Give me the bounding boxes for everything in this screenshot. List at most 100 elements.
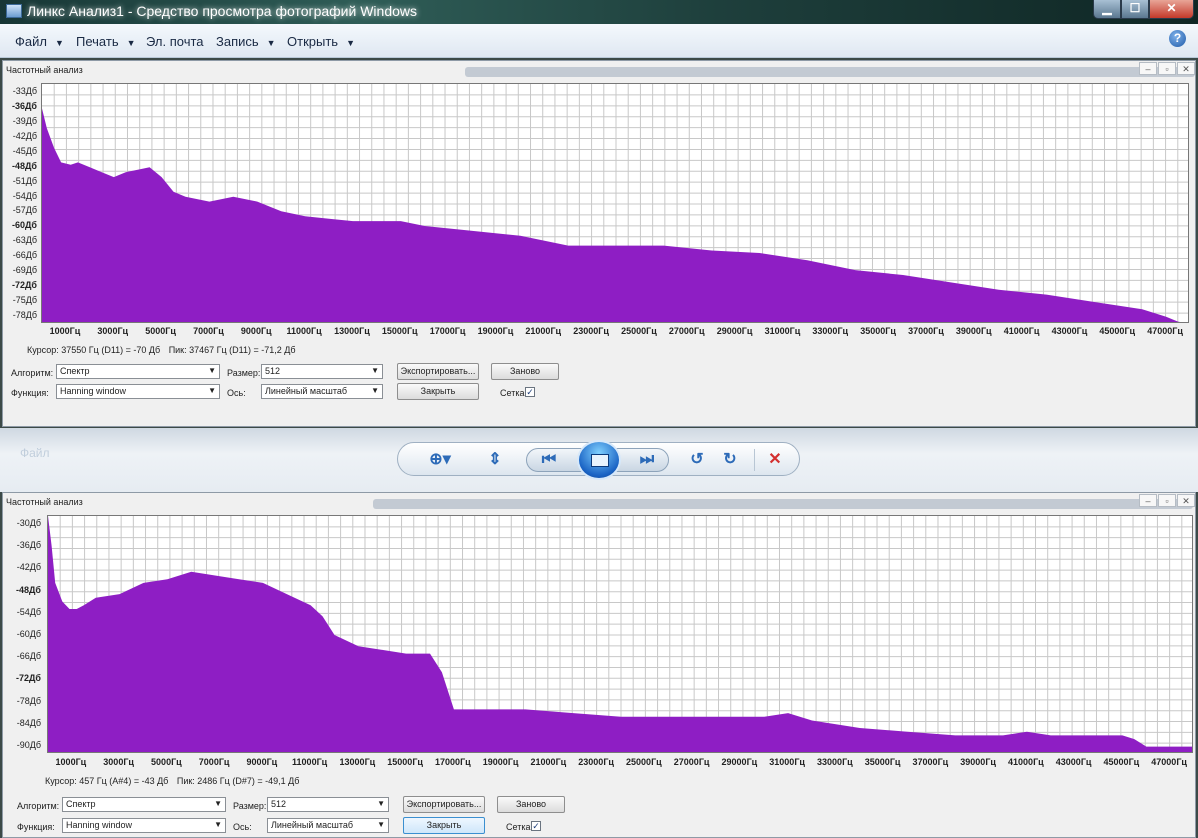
maximize-button[interactable]: ☐ — [1121, 0, 1149, 19]
y-axis-tick-label: -78Дб — [16, 695, 41, 706]
x-axis-tick-label: 41000Гц — [1003, 326, 1040, 336]
x-axis-tick-label: 15000Гц — [387, 757, 423, 767]
chevron-down-icon: ▼ — [266, 38, 276, 48]
zoom-icon[interactable]: ⊕▾ — [425, 451, 455, 469]
x-axis-tick-label: 27000Гц — [673, 757, 710, 767]
axis-select[interactable]: Линейный масштаб ▼ — [261, 384, 383, 399]
y-axis-tick-label: -51Дб — [12, 175, 37, 186]
ghost-menu-reflection: Файл — [20, 446, 50, 460]
cursor-readout: Курсор: 37550 Гц (D11) = -70 Дб — [27, 345, 161, 355]
close-button[interactable]: Закрыть — [403, 817, 485, 834]
close-window-button[interactable]: ✕ — [1149, 0, 1194, 19]
algorithm-label: Алгоритм: — [11, 368, 54, 378]
minimize-button[interactable]: ▁ — [1093, 0, 1121, 19]
y-axis-tick-label: -78Дб — [12, 310, 37, 320]
x-axis-tick-label: 47000Гц — [1151, 757, 1187, 767]
chevron-down-icon: ▼ — [346, 38, 355, 48]
x-axis-tick-label: 1000Гц — [55, 757, 87, 767]
menu-burn-label: Запись — [216, 34, 259, 49]
x-axis-labels: 1000Гц 3000Гц 5000Гц 7000Гц 9000Гц 11000Гц 130… — [41, 326, 1189, 338]
panel-title: Частотный анализ — [6, 65, 83, 75]
y-axis-labels: -33Дб -36Дб -39Дб -42Дб -45Дб -48Дб -51Дб -54Дб… — [3, 83, 39, 323]
y-axis-tick-label: -42Дб — [16, 562, 41, 573]
grid-checkbox[interactable]: ✓ — [525, 387, 535, 397]
x-axis-labels: 1000Гц 3000Гц 5000Гц 7000Гц 9000Гц 11000Гц 130… — [47, 757, 1193, 769]
rotate-right-icon[interactable]: ↻ — [719, 451, 741, 469]
y-axis-tick-label: -66Дб — [16, 651, 41, 662]
menu-email-label: Эл. почта — [146, 34, 204, 49]
function-label: Функция: — [11, 388, 49, 398]
close-button[interactable]: Закрыть — [397, 383, 479, 400]
menu-open[interactable]: Открыть ▼ — [287, 34, 355, 49]
rotate-left-icon[interactable]: ↺ — [686, 451, 708, 469]
panel-minimize-icon: – — [1139, 62, 1157, 75]
next-icon[interactable]: ⏭ — [636, 451, 658, 469]
algorithm-select[interactable]: Спектр ▼ — [62, 797, 226, 812]
help-icon[interactable]: ? — [1169, 30, 1186, 47]
x-axis-tick-label: 21000Гц — [525, 326, 562, 336]
menu-file[interactable]: Файл ▼ — [15, 34, 64, 49]
photo-viewer-app-icon — [6, 4, 22, 18]
chevron-down-icon: ▼ — [214, 799, 222, 808]
panel-close-icon: ✕ — [1177, 494, 1195, 507]
menu-email[interactable]: Эл. почта — [146, 34, 204, 49]
y-axis-tick-label: -60Дб — [12, 220, 37, 231]
x-axis-tick-label: 31000Гц — [764, 326, 801, 336]
panel-title: Частотный анализ — [6, 497, 83, 507]
y-axis-tick-label: -57Дб — [12, 205, 37, 216]
peak-readout: Пик: 37467 Гц (D11) = -71,2 Дб — [168, 345, 296, 355]
previous-icon[interactable]: ⏮ — [538, 451, 560, 469]
y-axis-labels: -30Дб -36Дб -42Дб -48Дб -54Дб -60Дб -66Дб -72Дб… — [7, 515, 43, 753]
frequency-analysis-panel-top: Частотный анализ – ▫ ✕ -33Дб -36Дб -39Дб -4… — [2, 60, 1196, 427]
actual-size-icon[interactable]: ⇕ — [484, 451, 506, 469]
axis-value: Линейный масштаб — [271, 820, 353, 830]
function-select[interactable]: Hanning window ▼ — [62, 818, 226, 833]
y-axis-tick-label: -66Дб — [12, 250, 37, 261]
x-axis-tick-label: 19000Гц — [477, 326, 514, 336]
chevron-down-icon: ▼ — [208, 386, 216, 395]
y-axis-tick-label: -48Дб — [16, 584, 41, 595]
algorithm-select[interactable]: Спектр ▼ — [56, 364, 220, 379]
replot-button[interactable]: Заново — [497, 796, 565, 813]
size-select[interactable]: 512 ▼ — [261, 364, 383, 379]
size-select[interactable]: 512 ▼ — [267, 797, 389, 812]
x-axis-tick-label: 9000Гц — [246, 757, 278, 767]
grid-label: Сетка — [500, 388, 525, 398]
y-axis-tick-label: -75Дб — [12, 295, 37, 306]
y-axis-tick-label: -39Дб — [12, 115, 37, 126]
replot-button[interactable]: Заново — [491, 363, 559, 380]
menu-print[interactable]: Печать ▼ — [76, 34, 136, 49]
export-button[interactable]: Экспортировать... — [403, 796, 485, 813]
chevron-down-icon: ▼ — [377, 799, 385, 808]
axis-select[interactable]: Линейный масштаб ▼ — [267, 818, 389, 833]
axis-value: Линейный масштаб — [265, 386, 347, 396]
x-axis-tick-label: 17000Гц — [429, 326, 466, 336]
peak-readout: Пик: 2486 Гц (D#7) = -49,1 Дб — [176, 776, 300, 786]
menu-file-label: Файл — [15, 34, 47, 49]
size-value: 512 — [265, 366, 281, 376]
x-axis-tick-label: 29000Гц — [716, 326, 753, 336]
menu-open-label: Открыть — [287, 34, 339, 49]
export-button[interactable]: Экспортировать... — [397, 363, 479, 380]
x-axis-tick-label: 9000Гц — [240, 326, 272, 336]
x-axis-tick-label: 37000Гц — [908, 326, 944, 336]
x-axis-tick-label: 21000Гц — [530, 757, 567, 767]
chevron-down-icon: ▼ — [214, 820, 222, 829]
y-axis-tick-label: -90Дб — [16, 740, 41, 750]
x-axis-tick-label: 45000Гц — [1103, 757, 1140, 767]
x-axis-tick-label: 37000Гц — [912, 757, 949, 767]
axis-label: Ось: — [233, 822, 252, 832]
toolbar-separator — [754, 449, 755, 471]
grid-checkbox[interactable]: ✓ — [531, 821, 541, 831]
function-select[interactable]: Hanning window ▼ — [56, 384, 220, 399]
panel-close-icon: ✕ — [1177, 62, 1195, 75]
x-axis-tick-label: 23000Гц — [578, 757, 614, 767]
x-axis-tick-label: 15000Гц — [381, 326, 418, 336]
menu-bar: Файл ▼ Печать ▼ Эл. почта Запись ▼ Открыть ▼ — [0, 24, 1198, 58]
y-axis-tick-label: -45Дб — [12, 145, 37, 156]
menu-burn[interactable]: Запись ▼ — [216, 34, 276, 49]
y-axis-tick-label: -33Дб — [12, 86, 37, 96]
x-axis-tick-label: 23000Гц — [573, 326, 609, 336]
slideshow-button[interactable] — [577, 440, 621, 480]
delete-icon[interactable]: ✕ — [764, 451, 786, 469]
